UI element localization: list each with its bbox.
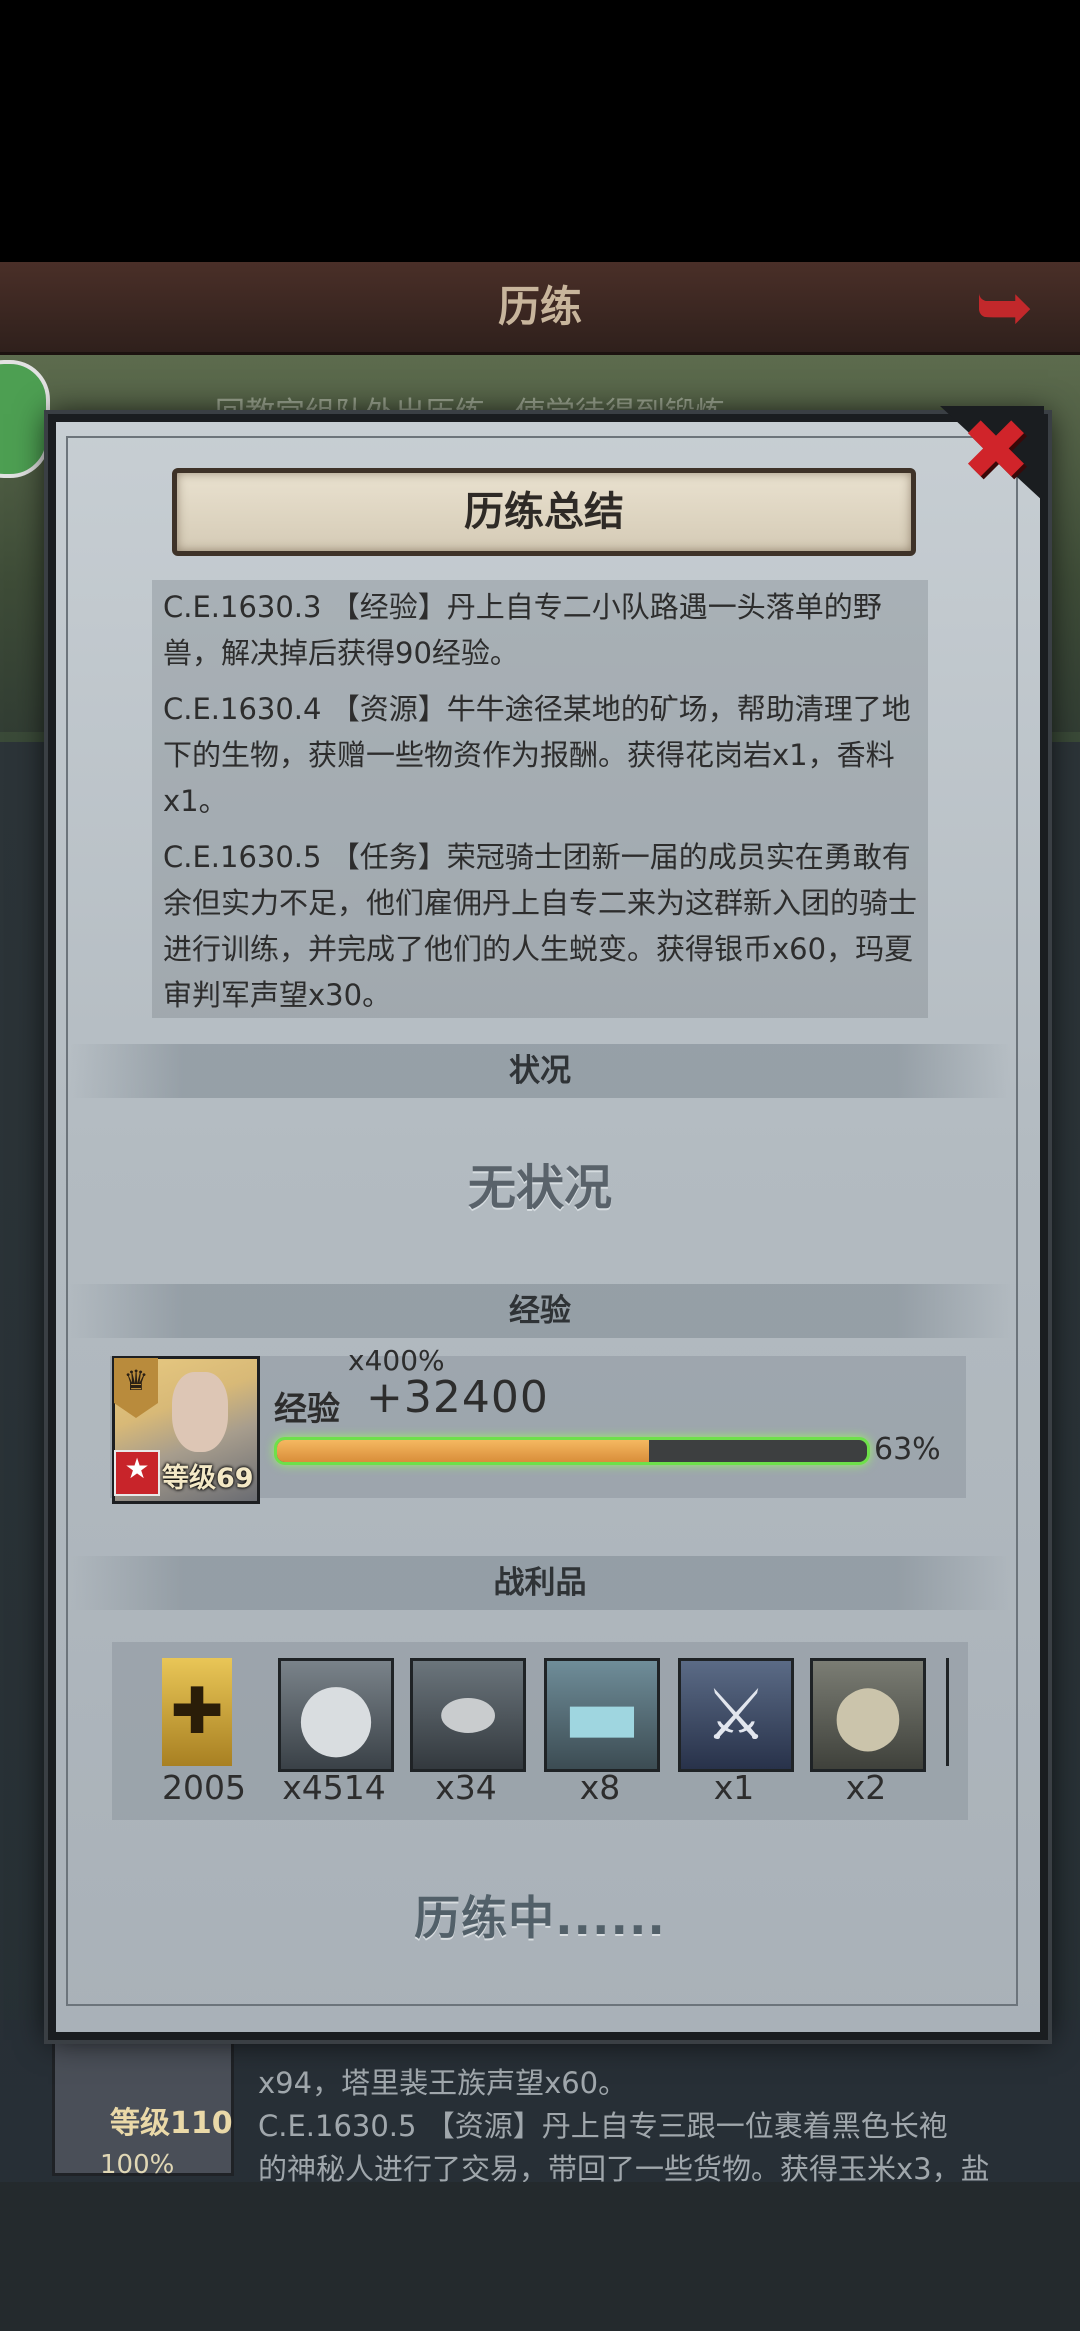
crown-icon: ♛ [123,1364,149,1397]
loot-count: x2 [845,1768,887,1807]
close-icon[interactable]: ✖ [956,405,1036,495]
loot-count: x34 [435,1768,497,1807]
silver-coin-icon[interactable]: ● [278,1658,394,1772]
exp-progress-bar [274,1437,870,1465]
loot-next-item-edge [946,1658,949,1766]
loot-header: 战利品 [493,1565,587,1601]
log-entry: C.E.1630.4 【资源】牛牛途径某地的矿场，帮助清理了地下的生物，获赠一些… [163,692,911,818]
exp-label: 经验 [274,1389,340,1428]
metal-ore-icon[interactable]: ⬬ [410,1658,526,1772]
guild-banner-icon[interactable]: ✚ [162,1658,232,1766]
background-hero-percent: 100% [100,2150,175,2180]
exp-progress-fill [277,1440,649,1462]
star-icon: ★ [124,1452,150,1485]
status-value: 无状况 [467,1160,612,1216]
chat-bubble-icon[interactable] [0,360,50,478]
training-status: 历练中...... [414,1891,666,1945]
bottom-bar [0,2182,1080,2331]
loot-count: x1 [713,1768,755,1807]
loot-count: x4514 [282,1768,386,1807]
back-arrow-icon[interactable]: ➥ [975,272,1065,342]
status-header: 状况 [509,1053,571,1089]
cloth-bolt-icon[interactable]: ▬ [544,1658,660,1772]
grain-sack-icon[interactable]: ⬤ [810,1658,926,1772]
log-entry: C.E.1630.5 【任务】荣冠骑士团新一届的成员实在勇敢有余但实力不足，他们… [163,840,918,1012]
exp-gain: +32400 [366,1372,549,1423]
loot-count: 2005 [162,1768,246,1807]
winged-crest-icon[interactable]: ⚔ [678,1658,794,1772]
log-entry: C.E.1630.3 【经验】丹上自专二小队路遇一头落单的野兽，解决掉后获得90… [163,590,882,670]
background-title: 历练 [497,282,582,331]
background-hero-level: 等级110 [110,2106,233,2141]
exp-progress-percent: 63% [874,1432,941,1467]
loot-count: x8 [579,1768,621,1807]
background-log-row: C.E.1630.5 【资源】丹上自专三跟一位裹着黑色长袍 [258,2109,948,2143]
background-log-row: x94，塔里裴王族声望x60。 [258,2066,628,2100]
hero-level: 等级69 [162,1463,254,1494]
dialog-title: 历练总结 [464,489,624,535]
exp-header: 经验 [509,1293,571,1329]
hero-face [172,1372,228,1452]
